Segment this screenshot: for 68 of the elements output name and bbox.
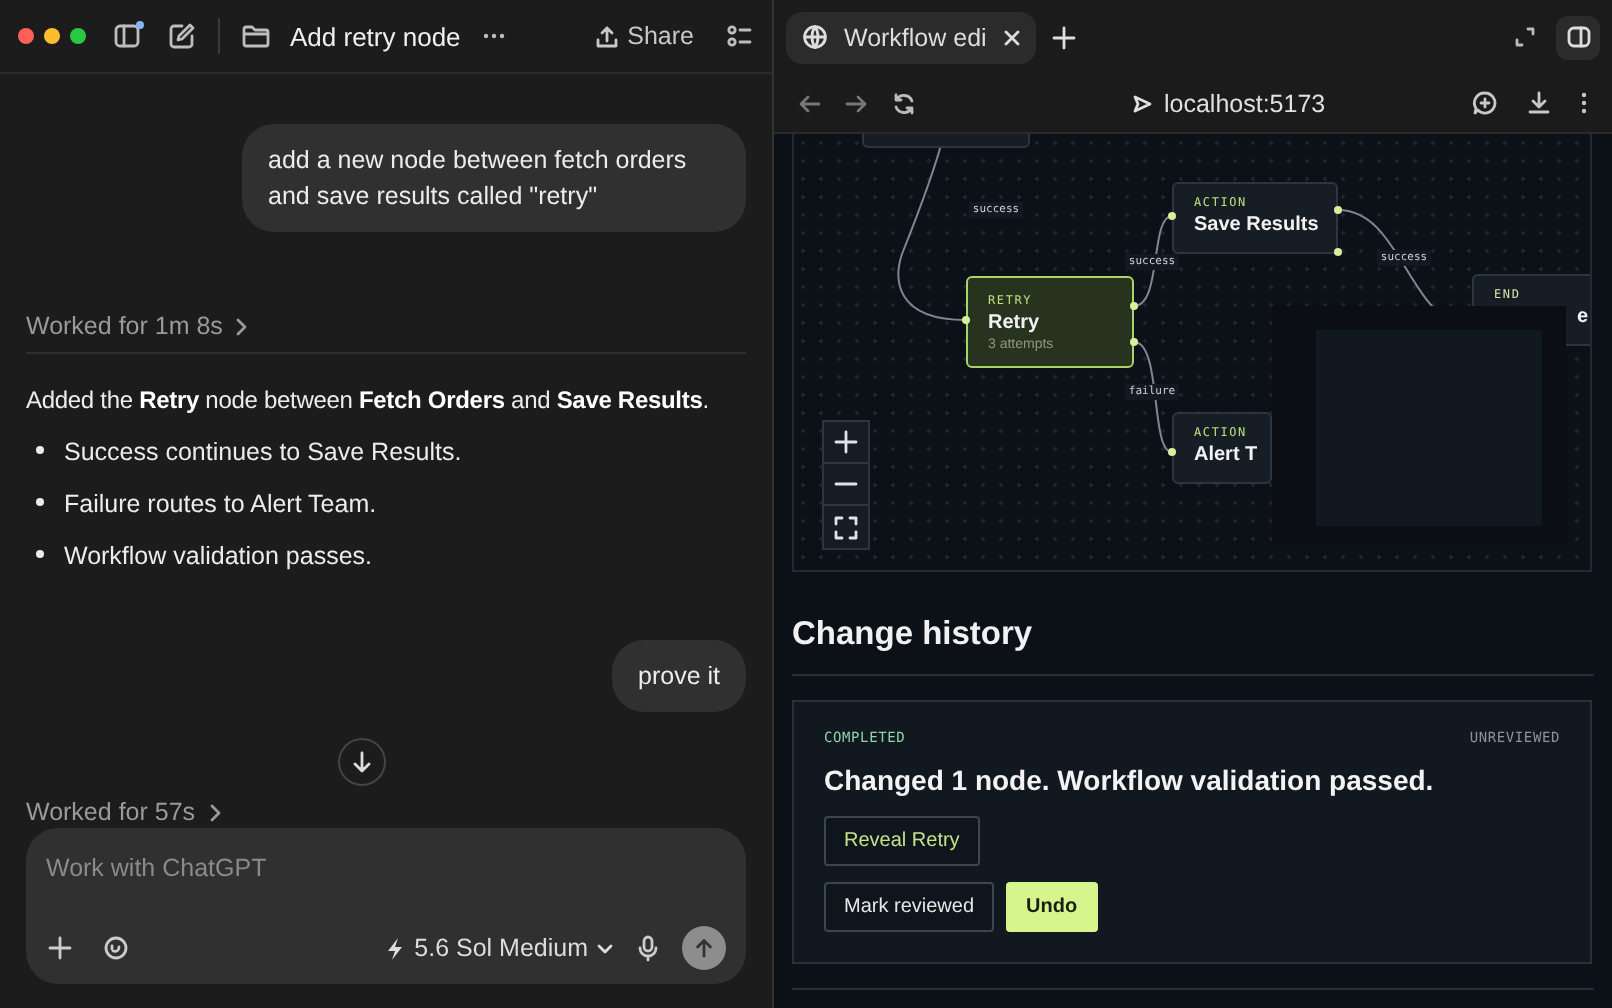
minimize-button[interactable] (44, 28, 60, 44)
bullet-icon (36, 550, 44, 558)
globe-icon (802, 24, 828, 50)
share-button[interactable]: Share (593, 22, 694, 50)
list-icon[interactable] (726, 22, 754, 50)
expand-icon[interactable] (1514, 26, 1536, 48)
connection-handle[interactable] (1168, 448, 1176, 456)
connection-handle[interactable] (1334, 206, 1342, 214)
connection-handle[interactable] (1168, 212, 1176, 220)
connector (1133, 341, 1173, 453)
bullet-item: Failure routes to Alert Team. (64, 488, 377, 522)
bullet-icon (36, 446, 44, 454)
site-info-icon (1132, 93, 1152, 113)
fit-view-icon (834, 515, 858, 539)
mark-reviewed-button[interactable]: Mark reviewed (824, 882, 995, 932)
bullet-item: Workflow validation passes. (64, 540, 373, 574)
address-bar[interactable]: localhost:5173 (1132, 89, 1326, 117)
back-icon[interactable] (798, 91, 822, 115)
zoom-in-icon (834, 430, 858, 454)
bullet-item: Success continues to Save Results. (64, 436, 462, 470)
message-input[interactable]: Work with ChatGPT (46, 848, 726, 888)
maximize-button[interactable] (70, 28, 86, 44)
share-icon (593, 23, 620, 49)
worked-summary[interactable]: Worked for 1m 8s (26, 312, 746, 354)
scroll-down-button[interactable] (338, 738, 386, 786)
add-comment-icon[interactable] (1472, 90, 1498, 116)
reveal-button[interactable]: Reveal Retry (824, 816, 980, 866)
user-message: prove it (612, 640, 746, 712)
send-button[interactable] (682, 926, 726, 970)
tab-title: Workflow edi (844, 23, 988, 51)
bolt-icon (384, 935, 407, 961)
model-selector[interactable]: 5.6 Sol Medium (384, 934, 614, 962)
reload-icon[interactable] (892, 91, 916, 115)
node-title: Save Results (1194, 214, 1316, 236)
connection-handle[interactable] (1130, 338, 1138, 346)
assistant-message: Added the Retry node between Fetch Orders and Save Results. (26, 384, 711, 418)
close-icon[interactable] (1004, 29, 1020, 45)
close-button[interactable] (18, 28, 34, 44)
arrow-up-icon (694, 938, 714, 958)
change-summary: Changed 1 node. Workflow validation passed. (824, 764, 1436, 796)
browser-tab[interactable]: Workflow edi (786, 11, 1036, 63)
node-title: Retry (988, 312, 1042, 334)
chat-title: Add retry node (290, 21, 461, 51)
connection-handle[interactable] (1130, 302, 1138, 310)
chevron-down-icon (596, 941, 614, 955)
forward-icon[interactable] (844, 91, 868, 115)
connection-handle[interactable] (962, 316, 970, 324)
user-message: add a new node between fetch orders and save results called "retry" (242, 124, 746, 232)
sidebar-icon[interactable] (112, 20, 144, 52)
arrow-down-icon (350, 750, 374, 774)
download-icon[interactable] (1526, 90, 1552, 116)
bullet-icon (36, 498, 44, 506)
chevron-right-icon (207, 803, 222, 821)
sidebar-toggle-button[interactable] (1556, 15, 1600, 59)
emoji-icon[interactable] (102, 934, 130, 962)
sidebar-icon (1565, 24, 1591, 50)
node-title: e (1574, 306, 1588, 328)
microphone-icon[interactable] (634, 934, 662, 962)
new-tab-icon[interactable] (1052, 25, 1076, 49)
section-heading: Change history (792, 616, 1594, 676)
plus-icon[interactable] (46, 934, 74, 962)
folder-icon (240, 20, 272, 52)
chevron-right-icon (234, 317, 249, 335)
undo-button[interactable]: Undo (1006, 882, 1098, 932)
connection-handle[interactable] (1334, 248, 1342, 256)
compose-icon[interactable] (166, 20, 198, 52)
kebab-menu-icon[interactable] (1580, 90, 1588, 116)
worked-summary[interactable]: Worked for 57s (26, 798, 746, 828)
